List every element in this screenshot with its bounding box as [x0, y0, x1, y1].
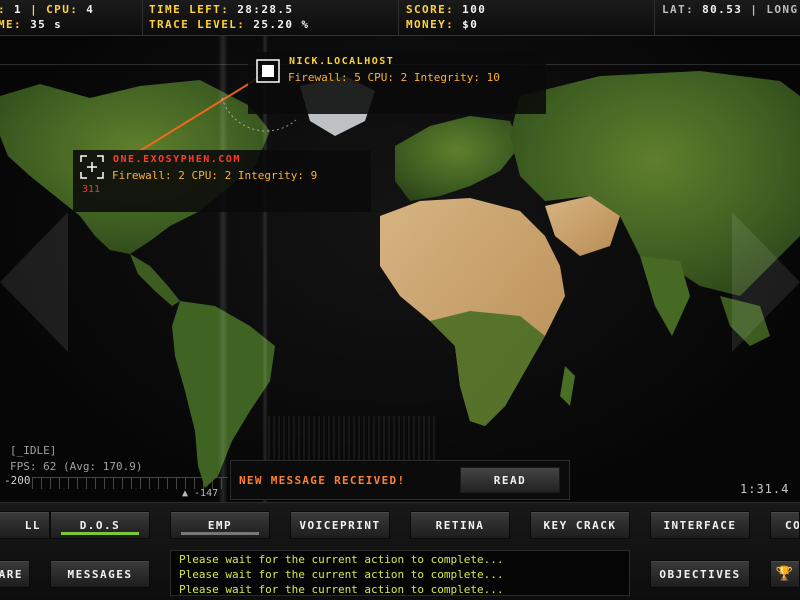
time-left-line: TIME LEFT: 28:28.5: [149, 4, 293, 16]
time-left-value: 28:28.5: [237, 3, 294, 16]
node-stats: Firewall: 2 CPU: 2 Integrity: 9: [112, 169, 318, 182]
cpu-label: CPU:: [46, 3, 87, 16]
scan-beam: [218, 36, 228, 502]
separator: |: [742, 3, 767, 16]
console-output: Please wait for the current action to co…: [170, 550, 630, 596]
bottom-control-panel: LL D.O.S EMP VOICEPRINT RETINA KEY CRACK…: [0, 502, 800, 600]
time-line: ME: 35 s: [0, 19, 62, 31]
trophy-icon: 🏆: [775, 566, 795, 582]
crosshair-target-icon[interactable]: [79, 154, 105, 180]
status-cell-coordinates: LAT: 80.53 | LONG: [655, 0, 800, 36]
elapsed-timer: 1:31.4: [740, 482, 790, 496]
lat-long-line: LAT: 80.53 | LONG: [662, 4, 798, 16]
time-left-label: TIME LEFT:: [149, 3, 238, 16]
long-label: LONG: [766, 3, 799, 16]
trace-level-value: 25.20 %: [253, 18, 310, 31]
separator: |: [22, 3, 47, 16]
money-label: MONEY:: [406, 18, 463, 31]
message-notification: NEW MESSAGE RECEIVED! READ: [230, 460, 570, 500]
button-label: VOICEPRINT: [299, 518, 381, 532]
central-america-landmass: [130, 254, 180, 306]
world-map[interactable]: NICK.LOCALHOST Firewall: 5 CPU: 2 Integr…: [0, 36, 800, 502]
map-scroll-right-arrow[interactable]: [732, 212, 800, 352]
score-value: 100: [462, 3, 487, 16]
node-stats: Firewall: 5 CPU: 2 Integrity: 10: [288, 71, 500, 84]
node-name: ONE.EXOSYPHEN.COM: [113, 154, 241, 165]
messages-button[interactable]: MESSAGES: [50, 560, 150, 588]
status-text: [_IDLE]: [10, 444, 57, 457]
time-label: ME:: [0, 18, 31, 31]
retina-button[interactable]: RETINA: [410, 511, 510, 539]
console-line: Please wait for the current action to co…: [179, 568, 504, 581]
ruler-left-value: -200: [4, 474, 31, 487]
score-line: SCORE: 100: [406, 4, 486, 16]
console-line: Please wait for the current action to co…: [179, 553, 504, 566]
kill-button[interactable]: LL: [0, 511, 50, 539]
dos-button[interactable]: D.O.S: [50, 511, 150, 539]
money-value: $0: [462, 18, 479, 31]
level-label: :: [0, 3, 14, 16]
button-label: OBJECTIVES: [659, 567, 741, 581]
signal-noise-overlay: [268, 416, 436, 462]
button-label: RETINA: [435, 518, 485, 532]
money-line: MONEY: $0: [406, 19, 478, 31]
status-cell-level-cpu: : 1 | CPU: 4 ME: 35 s: [0, 0, 143, 36]
status-cell-time-trace: TIME LEFT: 28:28.5 TRACE LEVEL: 25.20 %: [143, 0, 399, 36]
key-crack-button[interactable]: KEY CRACK: [530, 511, 630, 539]
lat-value: 80.53: [702, 3, 743, 16]
trace-level-label: TRACE LEVEL:: [149, 18, 254, 31]
top-status-bar: : 1 | CPU: 4 ME: 35 s TIME LEFT: 28:28.5…: [0, 0, 800, 36]
console-line: Please wait for the current action to co…: [179, 583, 504, 596]
interface-button[interactable]: INTERFACE: [650, 511, 750, 539]
achievements-button[interactable]: 🏆: [770, 560, 800, 588]
button-label: ARE: [0, 567, 23, 581]
africa-vegetation: [430, 311, 545, 426]
europe-landmass: [395, 116, 520, 201]
time-value: 35 s: [30, 18, 63, 31]
node-info-panel-exosyphen: ONE.EXOSYPHEN.COM Firewall: 2 CPU: 2 Int…: [73, 150, 371, 212]
voiceprint-button[interactable]: VOICEPRINT: [290, 511, 390, 539]
cpu-value: 4: [86, 3, 95, 16]
node-info-panel-localhost: NICK.LOCALHOST Firewall: 5 CPU: 2 Integr…: [248, 52, 546, 114]
trace-level-line: TRACE LEVEL: 25.20 %: [149, 19, 309, 31]
button-label: EMP: [207, 518, 233, 532]
emp-button[interactable]: EMP: [170, 511, 270, 539]
message-notification-text: NEW MESSAGE RECEIVED!: [239, 474, 406, 487]
button-label: INTERFACE: [663, 518, 737, 532]
level-value: 1: [14, 3, 23, 16]
read-message-button[interactable]: READ: [460, 467, 560, 493]
button-label: MESSAGES: [67, 567, 133, 581]
hardware-button[interactable]: ARE: [0, 560, 30, 588]
dos-progress-bar: [61, 532, 139, 535]
madagascar-landmass: [560, 366, 575, 406]
map-scroll-left-arrow[interactable]: [0, 212, 68, 352]
level-cpu-line: : 1 | CPU: 4: [0, 4, 94, 16]
node-trace-value: 311: [82, 184, 101, 195]
button-label: KEY CRACK: [543, 518, 617, 532]
button-label: D.O.S: [79, 518, 121, 532]
button-label: LL: [24, 518, 41, 532]
status-cell-score-money: SCORE: 100 MONEY: $0: [399, 0, 655, 36]
lat-label: LAT:: [662, 3, 703, 16]
objectives-button[interactable]: OBJECTIVES: [650, 560, 750, 588]
emp-progress-bar: [181, 532, 259, 535]
button-label: CO: [785, 518, 800, 532]
localhost-target-icon[interactable]: [255, 58, 281, 84]
co-button[interactable]: CO: [770, 511, 800, 539]
node-name: NICK.LOCALHOST: [289, 56, 395, 67]
ruler-marker: ▲ -147: [182, 488, 219, 499]
score-label: SCORE:: [406, 3, 463, 16]
fps-counter: FPS: 62 (Avg: 170.9): [10, 460, 143, 473]
